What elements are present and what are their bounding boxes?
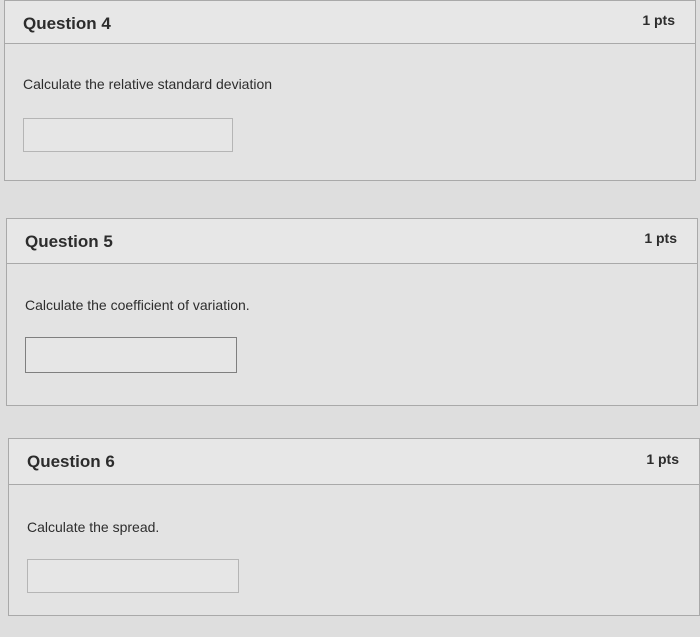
question-card-4: Question 4 1 pts Calculate the relative … xyxy=(4,0,696,181)
question-card-5: Question 5 1 pts Calculate the coefficie… xyxy=(6,218,698,406)
answer-input[interactable] xyxy=(27,559,239,593)
question-title: Question 5 xyxy=(25,232,113,251)
question-prompt: Calculate the coefficient of variation. xyxy=(25,297,250,313)
question-points: 1 pts xyxy=(644,230,677,246)
question-title: Question 4 xyxy=(23,14,111,33)
answer-input[interactable] xyxy=(25,337,237,373)
question-card-6: Question 6 1 pts Calculate the spread. xyxy=(8,438,700,616)
question-header: Question 6 1 pts xyxy=(9,439,699,485)
answer-input[interactable] xyxy=(23,118,233,152)
question-prompt: Calculate the relative standard deviatio… xyxy=(23,76,273,92)
question-header: Question 4 1 pts xyxy=(5,1,695,44)
question-prompt: Calculate the spread. xyxy=(27,519,160,535)
question-points: 1 pts xyxy=(642,12,675,28)
question-points: 1 pts xyxy=(646,451,679,467)
question-title: Question 6 xyxy=(27,452,115,471)
question-header: Question 5 1 pts xyxy=(7,219,697,264)
